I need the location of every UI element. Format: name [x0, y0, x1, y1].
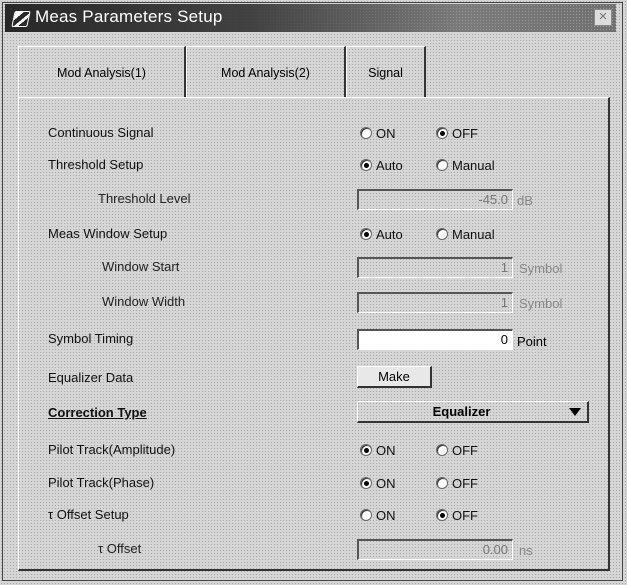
radio-label: Auto: [376, 157, 403, 173]
equalizer-data-label: Equalizer Data: [48, 370, 134, 385]
pilot-track-phase-label: Pilot Track(Phase): [48, 475, 155, 490]
continuous-signal-on-radio[interactable]: ON: [360, 124, 396, 142]
window-start-unit: Symbol: [519, 261, 563, 276]
radio-label: OFF: [452, 475, 478, 491]
tau-offset-off-radio[interactable]: OFF: [436, 506, 478, 524]
threshold-level-field[interactable]: -45.0: [357, 189, 513, 210]
tab-signal[interactable]: Signal: [346, 46, 426, 98]
close-button[interactable]: ×: [594, 9, 612, 26]
radio-circle-icon: [360, 509, 372, 521]
title-bar[interactable]: Meas Parameters Setup ×: [5, 4, 616, 32]
symbol-timing-unit: Point: [517, 334, 547, 349]
radio-label: OFF: [452, 507, 478, 523]
radio-label: Auto: [376, 226, 403, 242]
window-start-label: Window Start: [102, 259, 180, 274]
pilot-track-amplitude-label: Pilot Track(Amplitude): [48, 442, 176, 457]
threshold-level-unit: dB: [517, 193, 533, 208]
tau-offset-unit: ns: [519, 543, 533, 558]
correction-type-select[interactable]: Equalizer: [357, 401, 589, 423]
dropdown-arrow-icon: [569, 408, 581, 416]
radio-selected-icon: [360, 159, 372, 171]
tab-mod-analysis-2[interactable]: Mod Analysis(2): [186, 46, 346, 98]
radio-label: Manual: [452, 226, 495, 242]
radio-circle-icon: [436, 159, 448, 171]
radio-circle-icon: [436, 444, 448, 456]
correction-type-value: Equalizer: [432, 404, 491, 419]
radio-label: OFF: [452, 125, 478, 141]
threshold-auto-radio[interactable]: Auto: [360, 156, 403, 174]
window-width-field[interactable]: 1: [357, 292, 513, 313]
meas-window-auto-radio[interactable]: Auto: [360, 225, 403, 243]
continuous-signal-off-radio[interactable]: OFF: [436, 124, 478, 142]
radio-label: Manual: [452, 157, 495, 173]
radio-label: ON: [376, 507, 396, 523]
window-width-unit: Symbol: [519, 296, 563, 311]
radio-circle-icon: [360, 127, 372, 139]
radio-selected-icon: [360, 477, 372, 489]
radio-label: ON: [376, 475, 396, 491]
continuous-signal-label: Continuous Signal: [48, 125, 154, 140]
radio-selected-icon: [360, 444, 372, 456]
radio-circle-icon: [436, 228, 448, 240]
pilot-phase-on-radio[interactable]: ON: [360, 474, 396, 492]
radio-selected-icon: [360, 228, 372, 240]
threshold-manual-radio[interactable]: Manual: [436, 156, 495, 174]
pilot-amplitude-on-radio[interactable]: ON: [360, 441, 396, 459]
threshold-level-label: Threshold Level: [98, 191, 191, 206]
tau-offset-on-radio[interactable]: ON: [360, 506, 396, 524]
radio-label: ON: [376, 125, 396, 141]
radio-circle-icon: [436, 477, 448, 489]
app-logo-icon: [11, 11, 31, 27]
symbol-timing-label: Symbol Timing: [48, 331, 134, 346]
tau-offset-label: τ Offset: [98, 541, 142, 556]
tau-offset-field[interactable]: 0.00: [357, 539, 513, 560]
threshold-setup-label: Threshold Setup: [48, 157, 144, 172]
correction-type-label: Correction Type: [48, 405, 147, 420]
symbol-timing-field[interactable]: 0: [357, 329, 513, 350]
pilot-amplitude-off-radio[interactable]: OFF: [436, 441, 478, 459]
radio-label: OFF: [452, 442, 478, 458]
window-title: Meas Parameters Setup: [35, 7, 223, 26]
radio-label: ON: [376, 442, 396, 458]
meas-window-setup-label: Meas Window Setup: [48, 226, 168, 241]
tab-mod-analysis-1[interactable]: Mod Analysis(1): [18, 46, 186, 98]
meas-window-manual-radio[interactable]: Manual: [436, 225, 495, 243]
window-start-field[interactable]: 1: [357, 257, 513, 278]
pilot-phase-off-radio[interactable]: OFF: [436, 474, 478, 492]
radio-selected-icon: [436, 127, 448, 139]
make-button[interactable]: Make: [357, 366, 432, 388]
radio-selected-icon: [436, 509, 448, 521]
window-width-label: Window Width: [102, 294, 186, 309]
tau-offset-setup-label: τ Offset Setup: [48, 507, 129, 522]
